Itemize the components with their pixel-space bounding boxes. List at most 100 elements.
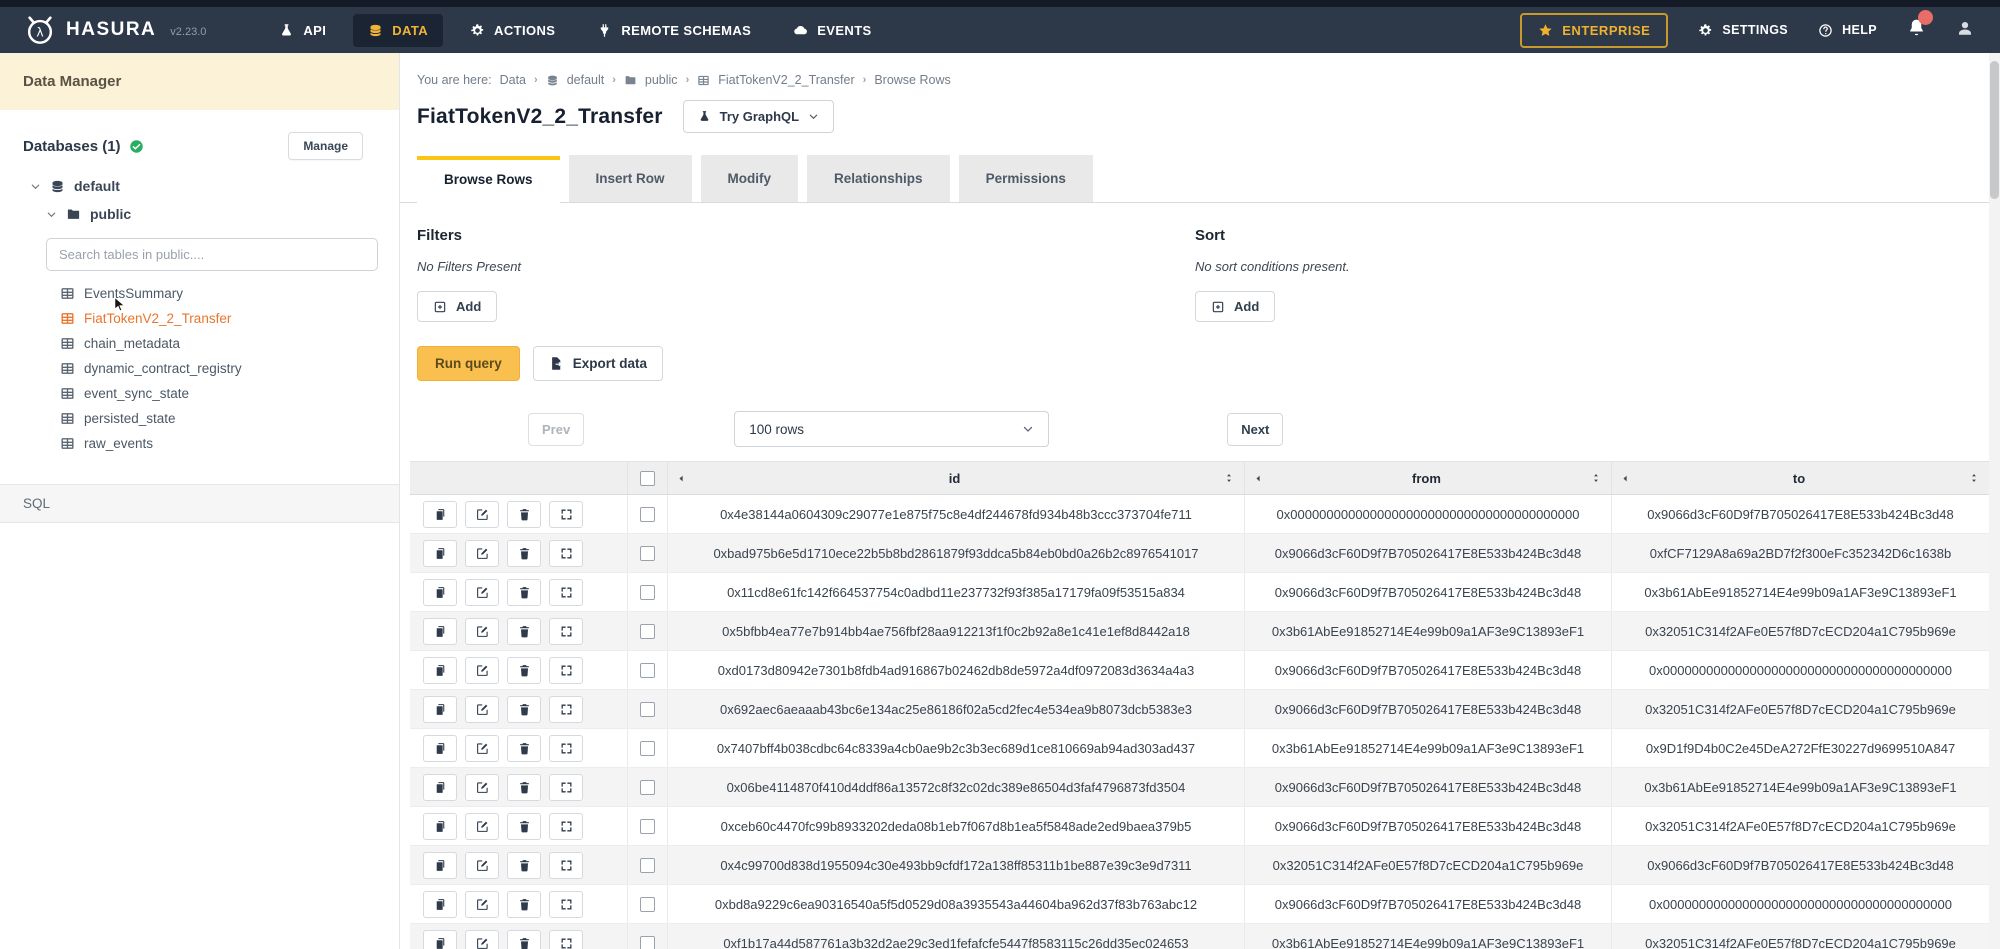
tab[interactable]: Relationships — [807, 155, 950, 202]
expand-row-button[interactable] — [549, 813, 583, 840]
prev-page-button[interactable]: Prev — [528, 413, 584, 446]
edit-row-button[interactable] — [465, 774, 499, 801]
expand-row-button[interactable] — [549, 930, 583, 949]
expand-row-button[interactable] — [549, 891, 583, 918]
breadcrumb-item[interactable]: › Data — [500, 73, 526, 87]
row-checkbox[interactable] — [640, 936, 655, 949]
user-menu-button[interactable] — [1956, 19, 1974, 42]
chevron-down-icon[interactable] — [46, 209, 57, 220]
row-checkbox[interactable] — [640, 507, 655, 522]
clone-row-button[interactable] — [423, 657, 457, 684]
clone-row-button[interactable] — [423, 852, 457, 879]
delete-row-button[interactable] — [507, 696, 541, 723]
sidebar-table-item[interactable]: EventsSummary — [0, 281, 399, 306]
row-checkbox[interactable] — [640, 702, 655, 717]
sort-icon[interactable] — [1590, 472, 1602, 484]
sql-section[interactable]: SQL — [0, 484, 399, 523]
delete-row-button[interactable] — [507, 501, 541, 528]
column-collapse-icon[interactable] — [1254, 474, 1263, 483]
edit-row-button[interactable] — [465, 618, 499, 645]
nav-item[interactable]: API — [264, 14, 341, 47]
manage-button[interactable]: Manage — [288, 132, 363, 160]
column-collapse-icon[interactable] — [1621, 474, 1630, 483]
delete-row-button[interactable] — [507, 618, 541, 645]
tree-item-schema[interactable]: public — [0, 200, 399, 228]
edit-row-button[interactable] — [465, 501, 499, 528]
edit-row-button[interactable] — [465, 540, 499, 567]
column-collapse-icon[interactable] — [677, 474, 686, 483]
delete-row-button[interactable] — [507, 540, 541, 567]
delete-row-button[interactable] — [507, 891, 541, 918]
row-checkbox[interactable] — [640, 741, 655, 756]
tab[interactable]: Permissions — [959, 155, 1093, 202]
expand-row-button[interactable] — [549, 657, 583, 684]
expand-row-button[interactable] — [549, 735, 583, 762]
clone-row-button[interactable] — [423, 930, 457, 949]
edit-row-button[interactable] — [465, 735, 499, 762]
delete-row-button[interactable] — [507, 579, 541, 606]
sort-icon[interactable] — [1223, 472, 1235, 484]
edit-row-button[interactable] — [465, 891, 499, 918]
breadcrumb-item[interactable]: › public — [612, 73, 677, 87]
delete-row-button[interactable] — [507, 930, 541, 949]
row-checkbox[interactable] — [640, 585, 655, 600]
edit-row-button[interactable] — [465, 813, 499, 840]
clone-row-button[interactable] — [423, 579, 457, 606]
sidebar-table-item[interactable]: persisted_state — [0, 406, 399, 431]
clone-row-button[interactable] — [423, 501, 457, 528]
breadcrumb-item[interactable]: › default — [534, 73, 604, 87]
export-data-button[interactable]: Export data — [533, 346, 663, 381]
sidebar-table-item[interactable]: event_sync_state — [0, 381, 399, 406]
delete-row-button[interactable] — [507, 813, 541, 840]
row-checkbox[interactable] — [640, 624, 655, 639]
tab[interactable]: Insert Row — [569, 155, 692, 202]
edit-row-button[interactable] — [465, 930, 499, 949]
tree-item-database[interactable]: default — [0, 172, 399, 200]
settings-button[interactable]: SETTINGS — [1698, 23, 1788, 38]
delete-row-button[interactable] — [507, 774, 541, 801]
expand-row-button[interactable] — [549, 852, 583, 879]
expand-row-button[interactable] — [549, 618, 583, 645]
row-checkbox[interactable] — [640, 780, 655, 795]
sidebar-table-item[interactable]: dynamic_contract_registry — [0, 356, 399, 381]
expand-row-button[interactable] — [549, 774, 583, 801]
nav-item[interactable]: REMOTE SCHEMAS — [582, 14, 766, 47]
clone-row-button[interactable] — [423, 735, 457, 762]
notifications-button[interactable] — [1907, 18, 1926, 42]
delete-row-button[interactable] — [507, 852, 541, 879]
edit-row-button[interactable] — [465, 696, 499, 723]
clone-row-button[interactable] — [423, 618, 457, 645]
breadcrumb-item[interactable]: › FiatTokenV2_2_Transfer — [686, 73, 855, 87]
run-query-button[interactable]: Run query — [417, 346, 520, 381]
expand-row-button[interactable] — [549, 579, 583, 606]
clone-row-button[interactable] — [423, 813, 457, 840]
next-page-button[interactable]: Next — [1227, 413, 1283, 446]
tab[interactable]: Browse Rows — [417, 156, 560, 203]
hasura-logo-group[interactable]: λ HASURA v2.23.0 — [24, 14, 206, 46]
row-checkbox[interactable] — [640, 663, 655, 678]
sidebar-table-item[interactable]: FiatTokenV2_2_Transfer — [0, 306, 399, 331]
tab[interactable]: Modify — [701, 155, 799, 202]
clone-row-button[interactable] — [423, 540, 457, 567]
sidebar-table-item[interactable]: chain_metadata — [0, 331, 399, 356]
header-id-cell[interactable]: id — [668, 462, 1245, 494]
clone-row-button[interactable] — [423, 696, 457, 723]
edit-row-button[interactable] — [465, 852, 499, 879]
sidebar-table-item[interactable]: raw_events — [0, 431, 399, 456]
edit-row-button[interactable] — [465, 579, 499, 606]
header-to-cell[interactable]: to — [1612, 462, 1990, 494]
clone-row-button[interactable] — [423, 774, 457, 801]
row-checkbox[interactable] — [640, 897, 655, 912]
table-search-input[interactable] — [46, 238, 378, 271]
sort-icon[interactable] — [1968, 472, 1980, 484]
chevron-down-icon[interactable] — [30, 181, 41, 192]
expand-row-button[interactable] — [549, 696, 583, 723]
header-from-cell[interactable]: from — [1245, 462, 1612, 494]
edit-row-button[interactable] — [465, 657, 499, 684]
enterprise-button[interactable]: ENTERPRISE — [1520, 13, 1668, 48]
delete-row-button[interactable] — [507, 657, 541, 684]
add-filter-button[interactable]: Add — [417, 291, 497, 322]
row-checkbox[interactable] — [640, 858, 655, 873]
row-checkbox[interactable] — [640, 819, 655, 834]
expand-row-button[interactable] — [549, 540, 583, 567]
